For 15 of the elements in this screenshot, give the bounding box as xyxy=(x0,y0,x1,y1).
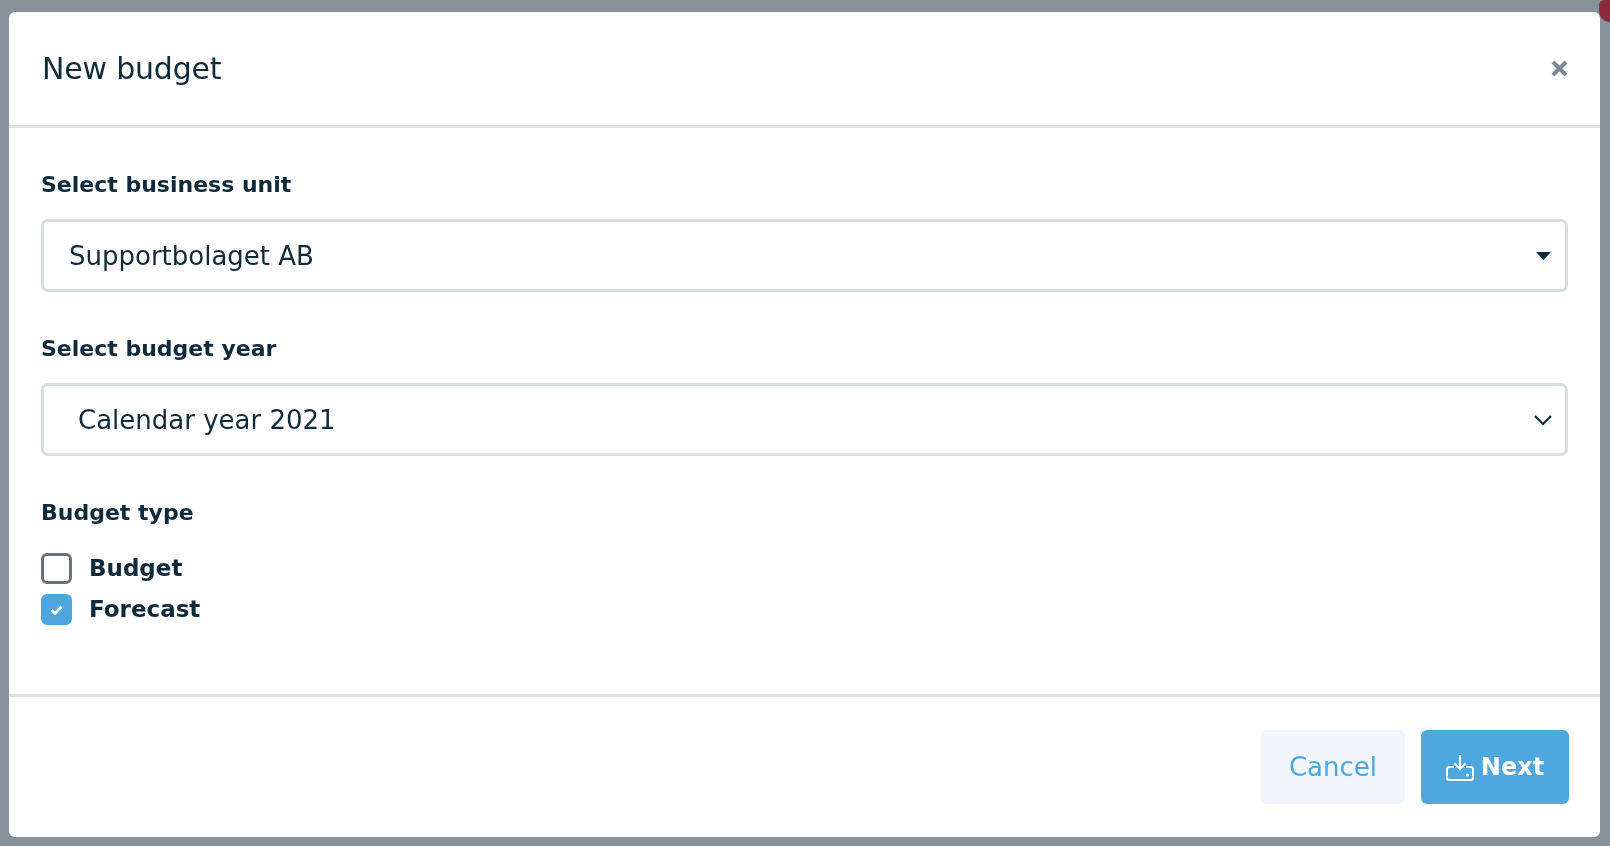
checkbox-label: Budget xyxy=(89,554,183,583)
dialog-title: New budget xyxy=(42,51,222,86)
field-label: Select budget year xyxy=(41,335,277,363)
download-icon xyxy=(1445,753,1474,781)
checkbox-label: Forecast xyxy=(89,595,201,624)
field-label: Budget type xyxy=(41,499,194,527)
chevron-down-icon xyxy=(1534,414,1552,425)
caret-icon xyxy=(1536,251,1551,260)
checkmark-icon xyxy=(50,604,63,615)
close-icon[interactable] xyxy=(1551,60,1568,77)
dropdown[interactable]: Calendar year 2021 xyxy=(41,383,1568,456)
field-label: Select business unit xyxy=(41,171,292,199)
checkbox[interactable] xyxy=(41,553,72,584)
checkbox[interactable] xyxy=(41,594,72,625)
dropdown[interactable]: Supportbolaget AB xyxy=(41,219,1568,292)
